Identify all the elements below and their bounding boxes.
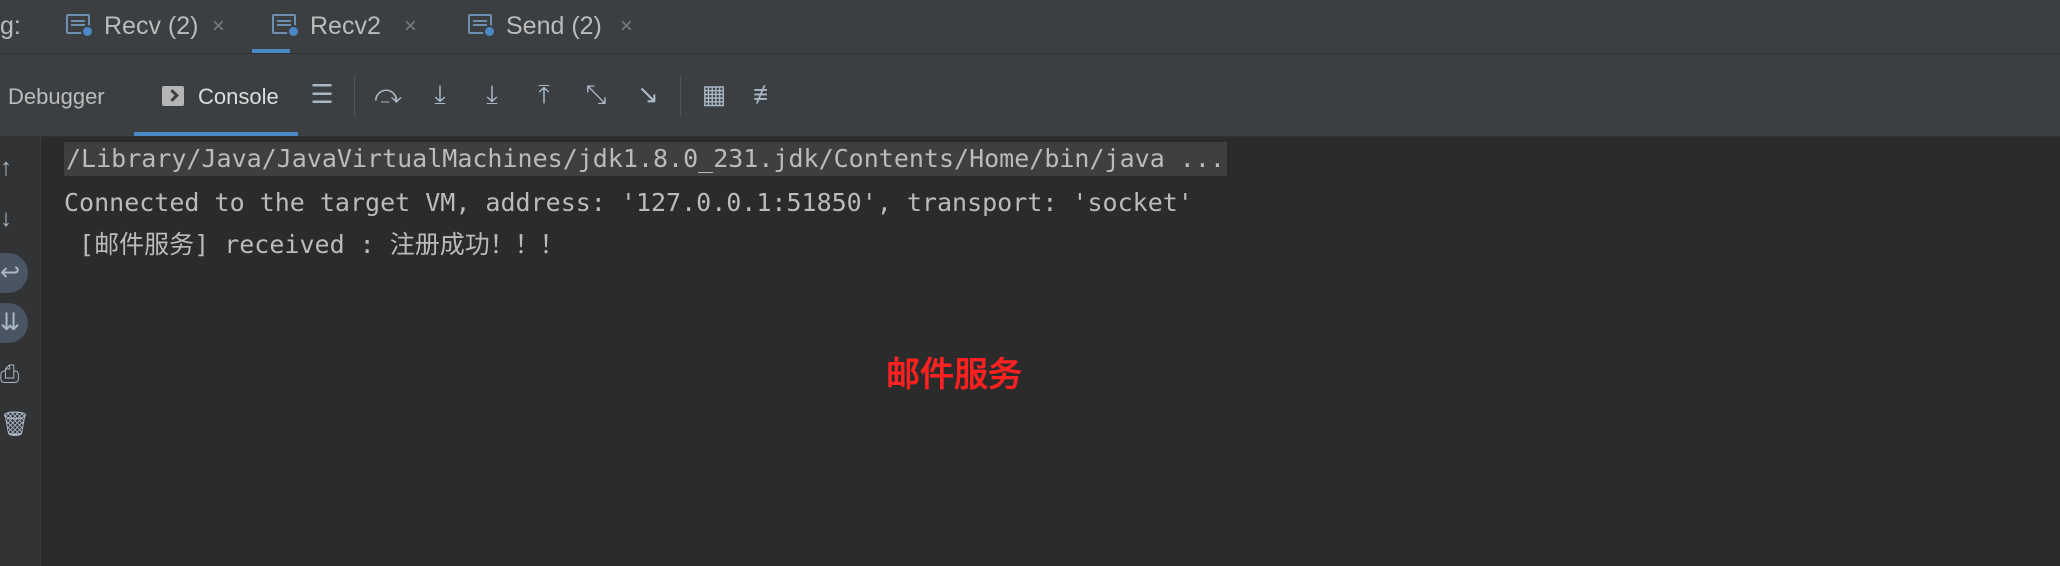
trash-icon[interactable]: 🗑: [0, 407, 30, 443]
trace-stream-icon[interactable]: ≢: [748, 76, 784, 112]
run-config-icon: [66, 14, 94, 38]
annotation-label: 邮件服务: [886, 356, 1022, 394]
active-tab-indicator: [252, 49, 290, 53]
toolbar-divider: [354, 76, 355, 116]
close-icon[interactable]: ×: [212, 13, 225, 39]
tab-debugger[interactable]: Debugger: [8, 84, 105, 110]
step-into-icon[interactable]: ⤓: [422, 76, 458, 112]
toolbar-divider: [680, 76, 681, 116]
tab-bar-prefix: g:: [0, 12, 21, 40]
tab-label: Recv2: [310, 12, 381, 40]
tab-label: Send (2): [506, 12, 602, 40]
run-tab-bar: g: Recv (2) × Recv2 × Send (2) ×: [0, 0, 2060, 54]
force-step-into-icon[interactable]: ⤓: [474, 76, 510, 112]
tab-console[interactable]: Console: [198, 84, 279, 110]
menu-icon[interactable]: ☰: [304, 76, 340, 112]
step-over-icon[interactable]: ⤼: [370, 76, 406, 112]
drop-frame-icon[interactable]: ⤡: [578, 76, 614, 112]
run-config-icon: [468, 14, 496, 38]
console-command-line[interactable]: /Library/Java/JavaVirtualMachines/jdk1.8…: [64, 142, 1227, 176]
run-config-icon: [272, 14, 300, 38]
down-arrow-icon[interactable]: ↓: [0, 201, 26, 237]
close-icon[interactable]: ×: [404, 13, 417, 39]
close-icon[interactable]: ×: [620, 13, 633, 39]
tab-label: Recv (2): [104, 12, 199, 40]
step-out-icon[interactable]: ⤒: [526, 76, 562, 112]
console-output-line: [邮件服务] received : 注册成功！！！: [64, 230, 565, 259]
scroll-to-end-icon[interactable]: ⇊: [0, 305, 26, 341]
print-icon[interactable]: ⎙: [0, 357, 26, 393]
console-icon: [162, 86, 184, 106]
up-arrow-icon[interactable]: ↑: [0, 150, 26, 186]
console-gutter: ↑ ↓ ↩ ⇊ ⎙ 🗑: [0, 137, 41, 566]
console-output-line: Connected to the target VM, address: '12…: [64, 188, 1193, 217]
active-tab-indicator: [134, 132, 298, 136]
debug-toolbar: Debugger Console ☰ ⤼ ⤓ ⤓ ⤒ ⤡ ↘ ▦ ≢: [0, 54, 2060, 137]
evaluate-expression-icon[interactable]: ▦: [696, 76, 732, 112]
run-to-cursor-icon[interactable]: ↘: [630, 76, 666, 112]
soft-wrap-icon[interactable]: ↩: [0, 255, 26, 291]
